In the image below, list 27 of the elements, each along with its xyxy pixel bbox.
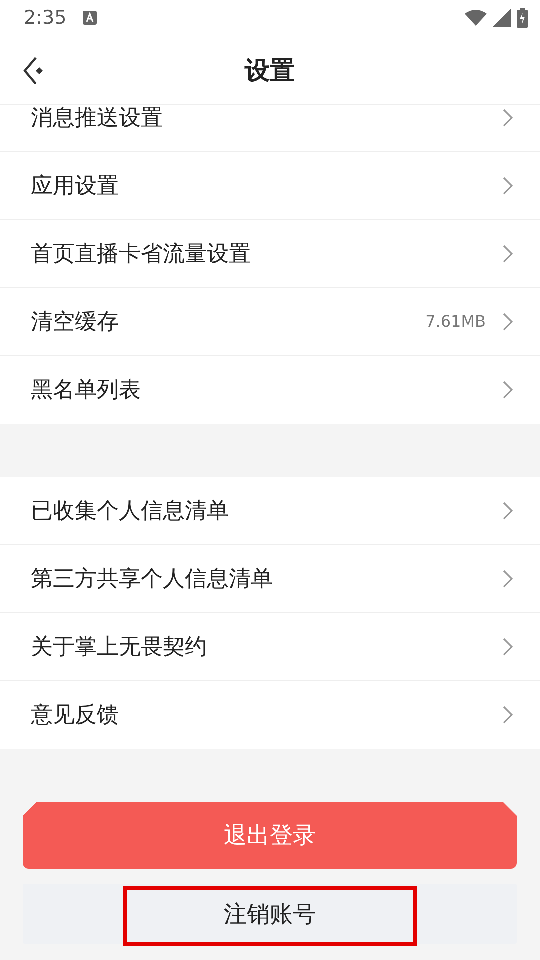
- chevron-icon: [502, 312, 514, 332]
- row-value: 7.61MB: [426, 312, 486, 331]
- row-label: 第三方共享个人信息清单: [31, 566, 274, 594]
- row-label: 清空缓存: [31, 308, 120, 336]
- page-title: 设置: [245, 54, 295, 86]
- row-label: 首页直播卡省流量设置: [31, 240, 252, 268]
- chevron-icon: [502, 568, 514, 588]
- row-label: 消息推送设置: [31, 105, 164, 132]
- chevron-icon: [502, 108, 514, 128]
- chevron-icon: [502, 500, 514, 520]
- status-time: 2:35: [24, 7, 67, 29]
- signal-icon: [493, 9, 511, 27]
- chevron-icon: [502, 380, 514, 400]
- battery-icon: [517, 8, 528, 28]
- keyboard-icon: [82, 11, 97, 25]
- chevron-icon: [502, 176, 514, 196]
- row-label: 关于掌上无畏契约: [31, 634, 208, 662]
- chevron-icon: [502, 636, 514, 656]
- row-label: 黑名单列表: [31, 377, 142, 405]
- wifi-icon: [465, 10, 487, 26]
- row-label: 意见反馈: [31, 702, 120, 730]
- chevron-icon: [502, 244, 514, 264]
- row-label: 已收集个人信息清单: [31, 498, 230, 526]
- settings-row[interactable]: 消息推送设置: [0, 105, 540, 152]
- delete-account-button[interactable]: 注销账号: [23, 884, 517, 944]
- row-label: 应用设置: [31, 172, 120, 200]
- chevron-icon: [502, 705, 514, 725]
